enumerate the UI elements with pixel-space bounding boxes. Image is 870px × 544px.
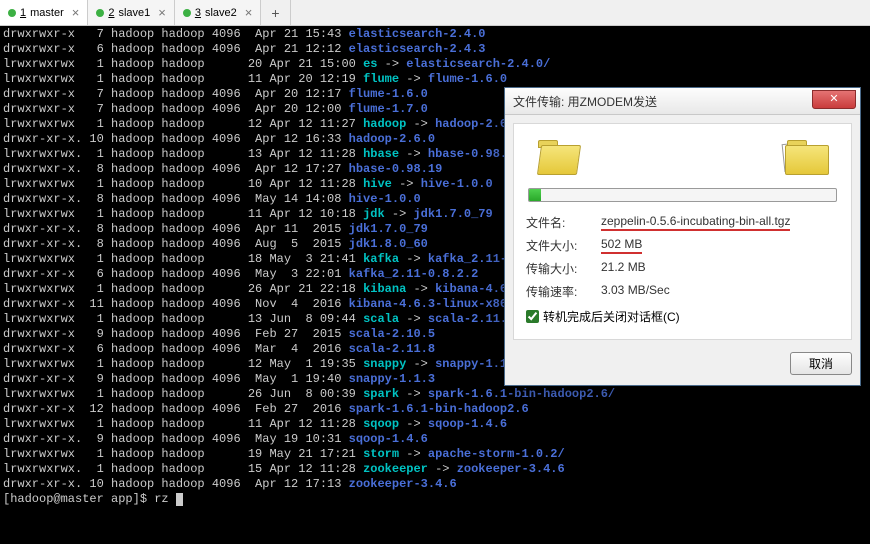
ls-row: drwxr-xr-x. 10 hadoop hadoop 4096 Apr 12… [3,477,867,492]
filesize-value: 502 MB [601,237,642,254]
tab-label: master [30,7,64,19]
tab-close-icon[interactable]: × [245,5,253,20]
cursor [176,493,183,506]
dialog-titlebar[interactable]: 文件传输: 用ZMODEM发送 ✕ [505,88,860,115]
ls-row: drwxrwxr-x 6 hadoop hadoop 4096 Apr 21 1… [3,42,867,57]
ls-row: drwxr-xr-x 12 hadoop hadoop 4096 Feb 27 … [3,402,867,417]
tab-slave1[interactable]: 2 slave1 × [88,0,175,25]
tab-number: 1 [20,7,26,19]
tab-master[interactable]: 1 master × [0,0,88,25]
dialog-title: 文件传输: 用ZMODEM发送 [513,93,657,110]
ls-row: lrwxrwxrwx. 1 hadoop hadoop 15 Apr 12 11… [3,462,867,477]
filename-label: 文件名: [526,214,601,231]
close-button[interactable]: ✕ [812,90,856,109]
status-dot-icon [8,9,16,17]
ls-row: lrwxrwxrwx 1 hadoop hadoop 19 May 21 17:… [3,447,867,462]
tab-label: slave1 [118,7,150,19]
ls-row: drwxrwxr-x 7 hadoop hadoop 4096 Apr 21 1… [3,27,867,42]
tab-number: 3 [195,7,201,19]
tab-bar: 1 master × 2 slave1 × 3 slave2 × + [0,0,870,26]
ls-row: lrwxrwxrwx 1 hadoop hadoop 20 Apr 21 15:… [3,57,867,72]
progress-fill [529,189,541,201]
status-dot-icon [183,9,191,17]
ls-row: lrwxrwxrwx 1 hadoop hadoop 26 Jun 8 00:3… [3,387,867,402]
dialog-body: 文件名: zeppelin-0.5.6-incubating-bin-all.t… [513,123,852,340]
dialog-buttons: 取消 [505,348,860,385]
rate-value: 3.03 MB/Sec [601,283,839,300]
transferred-value: 21.2 MB [601,260,839,277]
ls-row: lrwxrwxrwx 1 hadoop hadoop 11 Apr 20 12:… [3,72,867,87]
rate-label: 传输速率: [526,283,601,300]
tab-close-icon[interactable]: × [72,5,80,20]
close-icon: ✕ [829,93,838,105]
cancel-button[interactable]: 取消 [790,352,852,375]
file-transfer-dialog: 文件传输: 用ZMODEM发送 ✕ 文件名: zeppelin-0.5.6-in… [504,87,861,386]
ls-row: lrwxrwxrwx 1 hadoop hadoop 11 Apr 12 11:… [3,417,867,432]
tab-add-button[interactable]: + [261,0,290,25]
tab-number: 2 [108,7,114,19]
ls-row: drwxr-xr-x. 9 hadoop hadoop 4096 May 19 … [3,432,867,447]
progress-bar [528,188,837,202]
transfer-fields: 文件名: zeppelin-0.5.6-incubating-bin-all.t… [526,214,839,300]
tab-slave2[interactable]: 3 slave2 × [175,0,262,25]
close-after-checkbox[interactable] [526,310,539,323]
folder-dest-icon [785,140,829,174]
prompt-line: [hadoop@master app]$ rz [3,492,867,507]
checkbox-label: 转机完成后关闭对话框(C) [543,308,680,325]
close-after-checkbox-row: 转机完成后关闭对话框(C) [526,308,839,325]
tab-close-icon[interactable]: × [158,5,166,20]
folder-source-icon [536,140,580,174]
transfer-icons [526,134,839,188]
status-dot-icon [96,9,104,17]
filesize-label: 文件大小: [526,237,601,254]
tab-label: slave2 [205,7,237,19]
transferred-label: 传输大小: [526,260,601,277]
filename-value: zeppelin-0.5.6-incubating-bin-all.tgz [601,214,790,231]
